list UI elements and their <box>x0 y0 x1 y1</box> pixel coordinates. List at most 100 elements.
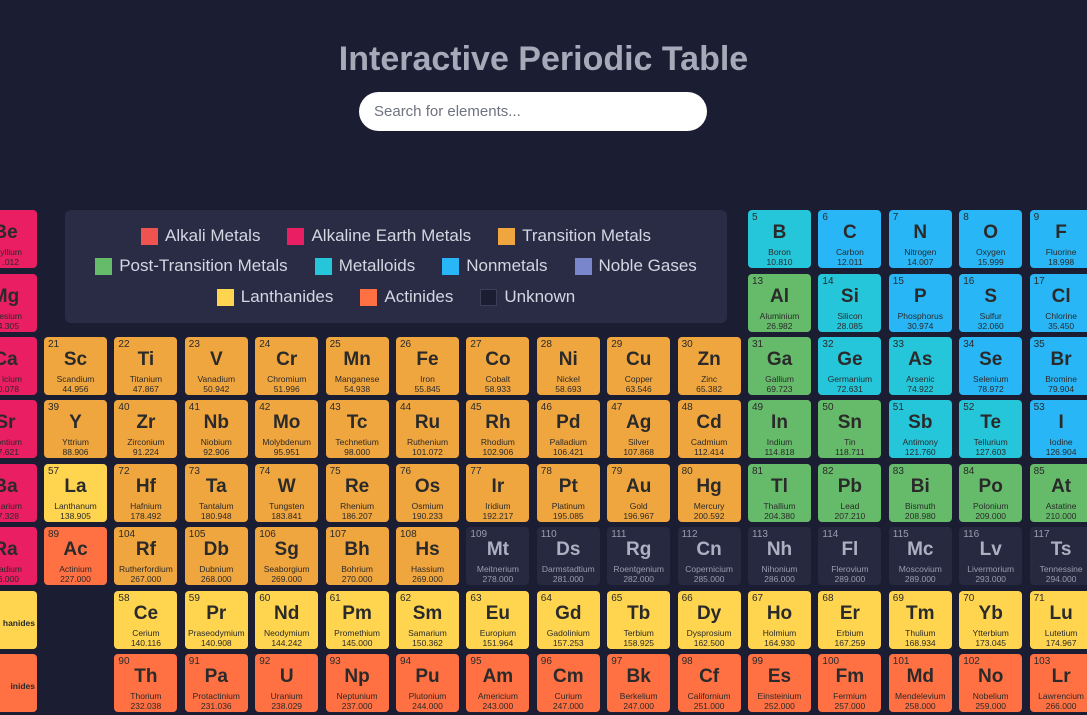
element-tile-ac[interactable]: 89 Ac Actinium 227.000 <box>44 527 107 585</box>
element-tile-in[interactable]: 49 In Indium 114.818 <box>748 400 811 458</box>
element-tile-mo[interactable]: 42 Mo Molybdenum 95.951 <box>255 400 319 458</box>
element-tile-fl[interactable]: 114 Fl Flerovium 289.000 <box>818 527 882 585</box>
element-tile-ds[interactable]: 110 Ds Darmstadtium 281.000 <box>536 527 600 585</box>
element-tile-am[interactable]: 95 Am Americium 243.000 <box>466 654 530 712</box>
element-tile-sb[interactable]: 51 Sb Antimony 121.760 <box>888 400 952 458</box>
element-tile-nb[interactable]: 41 Nb Niobium 92.906 <box>184 400 248 458</box>
element-tile-u[interactable]: 92 U Uranium 238.029 <box>255 654 319 712</box>
element-tile-f[interactable]: 9 F Fluorine 18.998 <box>1029 210 1087 268</box>
legend-item-transition[interactable]: Transition Metals <box>498 226 651 246</box>
element-tile-ce[interactable]: 58 Ce Cerium 140.116 <box>114 591 178 649</box>
element-tile-lv[interactable]: 116 Lv Livermorium 293.000 <box>959 527 1023 585</box>
element-tile-ag[interactable]: 47 Ag Silver 107.868 <box>607 400 671 458</box>
element-tile-ge[interactable]: 32 Ge Germanium 72.631 <box>818 337 882 395</box>
element-tile-dy[interactable]: 66 Dy Dysprosium 162.500 <box>677 591 741 649</box>
element-tile-re[interactable]: 75 Re Rhenium 186.207 <box>325 464 389 522</box>
element-tile-hf[interactable]: 72 Hf Hafnium 178.492 <box>114 464 178 522</box>
legend-item-nonmetal[interactable]: Nonmetals <box>442 256 548 276</box>
element-tile-sc[interactable]: 21 Sc Scandium 44.956 <box>44 337 107 395</box>
element-tile-pt[interactable]: 78 Pt Platinum 195.085 <box>536 464 600 522</box>
element-tile-mg[interactable]: Mg nesium4.305 <box>0 274 37 332</box>
element-tile-md[interactable]: 101 Md Mendelevium 258.000 <box>888 654 952 712</box>
element-tile-b[interactable]: 5 B Boron 10.810 <box>748 210 811 268</box>
element-tile-er[interactable]: 68 Er Erbium 167.259 <box>818 591 882 649</box>
element-tile-bi[interactable]: 83 Bi Bismuth 208.980 <box>888 464 952 522</box>
legend-item-alkaline[interactable]: Alkaline Earth Metals <box>287 226 471 246</box>
element-tile-ca[interactable]: Ca lcium 0.078 <box>0 337 37 395</box>
element-tile-tb[interactable]: 65 Tb Terbium 158.925 <box>607 591 671 649</box>
element-tile-ni[interactable]: 28 Ni Nickel 58.693 <box>536 337 600 395</box>
element-tile-pr[interactable]: 59 Pr Praseodymium 140.908 <box>184 591 248 649</box>
element-tile-bh[interactable]: 107 Bh Bohrium 270.000 <box>325 527 389 585</box>
element-tile-cl[interactable]: 17 Cl Chlorine 35.450 <box>1029 274 1087 332</box>
element-tile-yb[interactable]: 70 Yb Ytterbium 173.045 <box>959 591 1023 649</box>
element-tile-np[interactable]: 93 Np Neptunium 237.000 <box>325 654 389 712</box>
element-tile-au[interactable]: 79 Au Gold 196.967 <box>607 464 671 522</box>
element-tile-cu[interactable]: 29 Cu Copper 63.546 <box>607 337 671 395</box>
element-tile-sn[interactable]: 50 Sn Tin 118.711 <box>818 400 882 458</box>
element-tile-o[interactable]: 8 O Oxygen 15.999 <box>959 210 1023 268</box>
legend-item-alkali[interactable]: Alkali Metals <box>141 226 260 246</box>
element-tile-c[interactable]: 6 C Carbon 12.011 <box>818 210 882 268</box>
element-tile-gd[interactable]: 64 Gd Gadolinium 157.253 <box>536 591 600 649</box>
element-tile-ru[interactable]: 44 Ru Ruthenium 101.072 <box>396 400 459 458</box>
element-tile-as[interactable]: 33 As Arsenic 74.922 <box>888 337 952 395</box>
element-tile-ir[interactable]: 77 Ir Iridium 192.217 <box>466 464 530 522</box>
element-tile-rf[interactable]: 104 Rf Rutherfordium 267.000 <box>114 527 178 585</box>
element-tile-al[interactable]: 13 Al Aluminium 26.982 <box>748 274 811 332</box>
element-tile-ra[interactable]: Ra adium 6.000 <box>0 527 37 585</box>
element-tile-i[interactable]: 53 I Iodine 126.904 <box>1029 400 1087 458</box>
element-tile-ti[interactable]: 22 Ti Titanium 47.867 <box>114 337 178 395</box>
element-tile-ta[interactable]: 73 Ta Tantalum 180.948 <box>184 464 248 522</box>
element-tile-v[interactable]: 23 V Vanadium 50.942 <box>184 337 248 395</box>
element-tile-cf[interactable]: 98 Cf Californium 251.000 <box>677 654 741 712</box>
element-tile-n[interactable]: 7 N Nitrogen 14.007 <box>888 210 952 268</box>
legend-item-metalloid[interactable]: Metalloids <box>314 256 415 276</box>
element-tile-lu[interactable]: 71 Lu Lutetium 174.967 <box>1029 591 1087 649</box>
element-tile-fm[interactable]: 100 Fm Fermium 257.000 <box>818 654 882 712</box>
element-tile-hg[interactable]: 80 Hg Mercury 200.592 <box>677 464 741 522</box>
placeholder-lanthanide[interactable]: hanides <box>0 591 37 649</box>
element-tile-ga[interactable]: 31 Ga Gallium 69.723 <box>748 337 811 395</box>
element-tile-sg[interactable]: 106 Sg Seaborgium 269.000 <box>255 527 319 585</box>
element-tile-tm[interactable]: 69 Tm Thulium 168.934 <box>888 591 952 649</box>
element-tile-pb[interactable]: 82 Pb Lead 207.210 <box>818 464 882 522</box>
element-tile-pa[interactable]: 91 Pa Protactinium 231.036 <box>184 654 248 712</box>
element-tile-rg[interactable]: 111 Rg Roentgenium 282.000 <box>607 527 671 585</box>
element-tile-hs[interactable]: 108 Hs Hassium 269.000 <box>396 527 459 585</box>
element-tile-nh[interactable]: 113 Nh Nihonium 286.000 <box>748 527 811 585</box>
element-tile-ho[interactable]: 67 Ho Holmium 164.930 <box>748 591 811 649</box>
element-tile-es[interactable]: 99 Es Einsteinium 252.000 <box>748 654 811 712</box>
element-tile-rh[interactable]: 45 Rh Rhodium 102.906 <box>466 400 530 458</box>
element-tile-nd[interactable]: 60 Nd Neodymium 144.242 <box>255 591 319 649</box>
element-tile-lr[interactable]: 103 Lr Lawrencium 266.000 <box>1029 654 1087 712</box>
legend-item-unknown[interactable]: Unknown <box>480 287 575 307</box>
element-tile-w[interactable]: 74 W Tungsten 183.841 <box>255 464 319 522</box>
legend-item-lanthanide[interactable]: Lanthanides <box>216 287 333 307</box>
element-tile-s[interactable]: 16 S Sulfur 32.060 <box>959 274 1023 332</box>
element-tile-fe[interactable]: 26 Fe Iron 55.845 <box>396 337 459 395</box>
element-tile-po[interactable]: 84 Po Polonium 209.000 <box>959 464 1023 522</box>
element-tile-si[interactable]: 14 Si Silicon 28.085 <box>818 274 882 332</box>
element-tile-tc[interactable]: 43 Tc Technetium 98.000 <box>325 400 389 458</box>
element-tile-ts[interactable]: 117 Ts Tennessine 294.000 <box>1029 527 1087 585</box>
element-tile-ba[interactable]: Ba arium 7.328 <box>0 464 37 522</box>
element-tile-cm[interactable]: 96 Cm Curium 247.000 <box>536 654 600 712</box>
element-tile-mc[interactable]: 115 Mc Moscovium 289.000 <box>888 527 952 585</box>
element-tile-la[interactable]: 57 La Lanthanum 138.905 <box>44 464 107 522</box>
legend-item-noble[interactable]: Noble Gases <box>574 256 697 276</box>
element-tile-sm[interactable]: 62 Sm Samarium 150.362 <box>396 591 459 649</box>
element-tile-sr[interactable]: Sr ontium7.621 <box>0 400 37 458</box>
element-tile-br[interactable]: 35 Br Bromine 79.904 <box>1029 337 1087 395</box>
element-tile-cd[interactable]: 48 Cd Cadmium 112.414 <box>677 400 741 458</box>
element-tile-p[interactable]: 15 P Phosphorus 30.974 <box>888 274 952 332</box>
element-tile-zr[interactable]: 40 Zr Zirconium 91.224 <box>114 400 178 458</box>
element-tile-cn[interactable]: 112 Cn Copernicium 285.000 <box>677 527 741 585</box>
element-tile-db[interactable]: 105 Db Dubnium 268.000 <box>184 527 248 585</box>
element-tile-mn[interactable]: 25 Mn Manganese 54.938 <box>325 337 389 395</box>
element-tile-os[interactable]: 76 Os Osmium 190.233 <box>396 464 459 522</box>
element-tile-pu[interactable]: 94 Pu Plutonium 244.000 <box>396 654 459 712</box>
element-tile-be[interactable]: Be ryllium.012 <box>0 210 37 268</box>
element-tile-zn[interactable]: 30 Zn Zinc 65.382 <box>677 337 741 395</box>
element-tile-mt[interactable]: 109 Mt Meitnerium 278.000 <box>466 527 530 585</box>
